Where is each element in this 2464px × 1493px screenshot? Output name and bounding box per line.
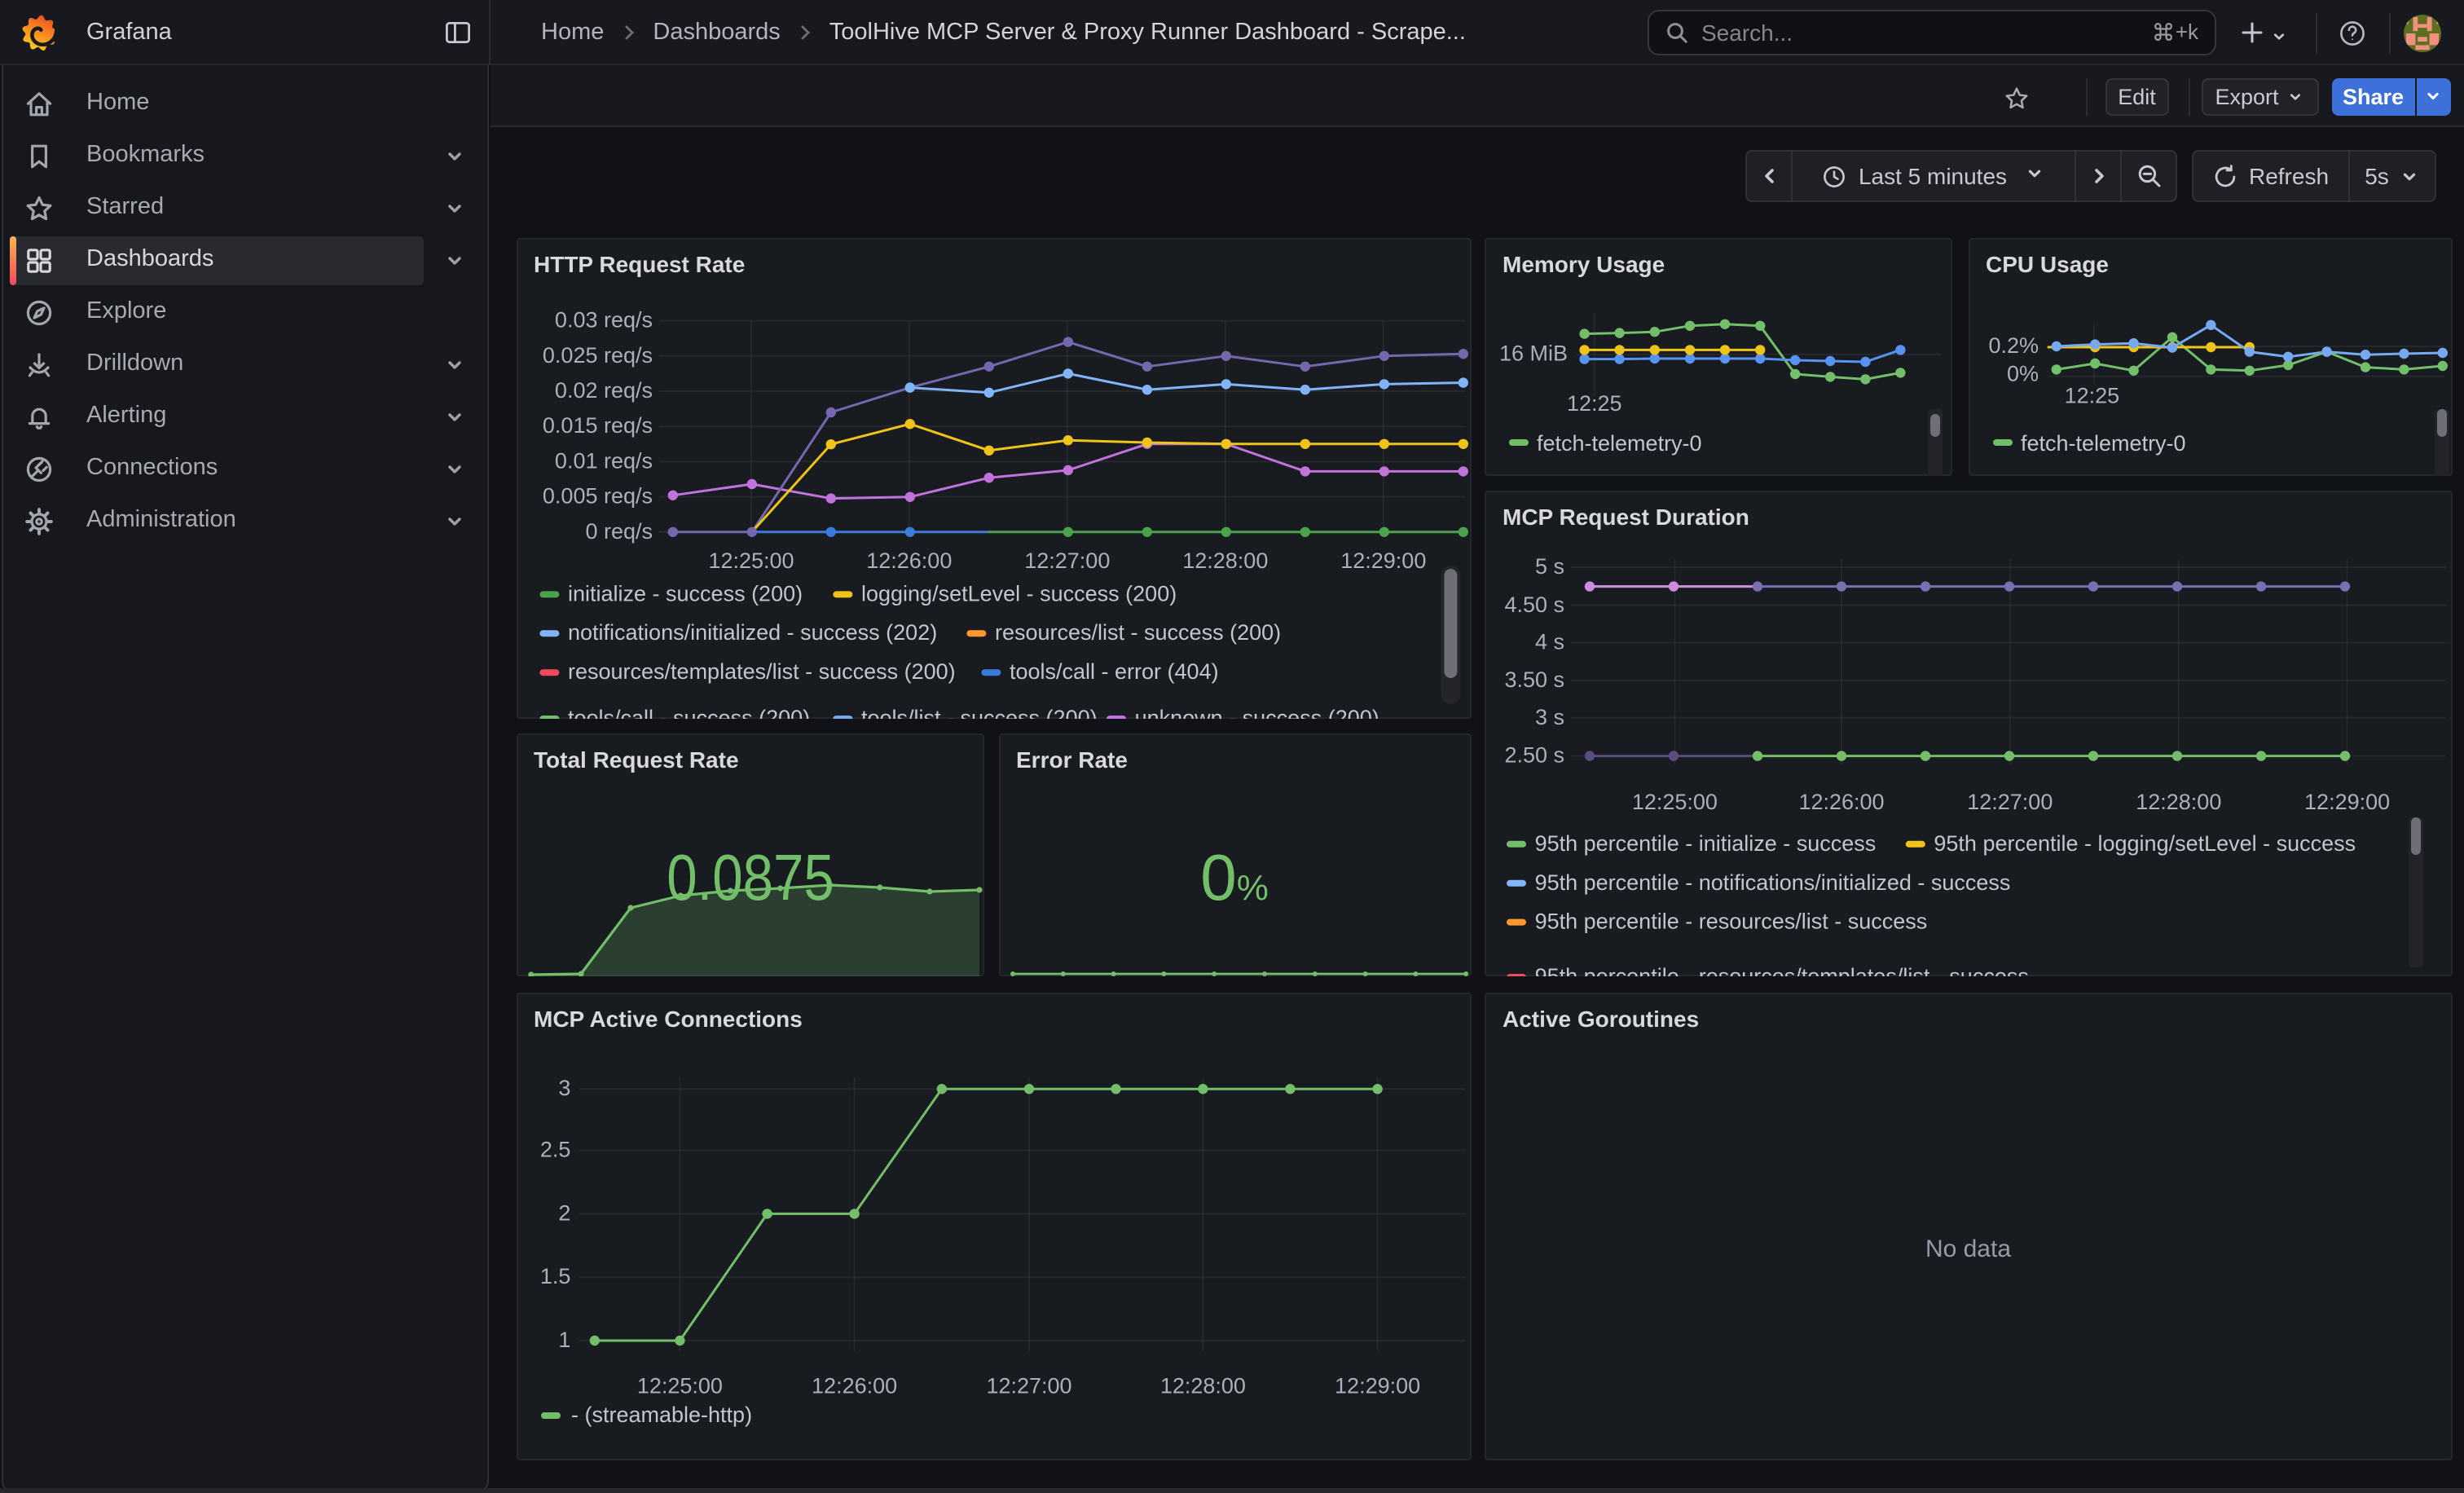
svg-text:tools/call - success (200): tools/call - success (200) <box>567 706 809 719</box>
svg-text:12:26:00: 12:26:00 <box>865 548 951 573</box>
svg-text:5 s: 5 s <box>1535 553 1564 578</box>
svg-text:logging/setLevel - success (20: logging/setLevel - success (200) <box>860 581 1176 606</box>
svg-text:notifications/initialized - su: notifications/initialized - success (202… <box>567 620 936 645</box>
svg-text:3.50 s: 3.50 s <box>1504 667 1564 691</box>
svg-text:12:25:00: 12:25:00 <box>707 548 793 573</box>
svg-text:4 s: 4 s <box>1535 629 1564 654</box>
svg-text:95th percentile - initialize -: 95th percentile - initialize - success <box>1535 830 1877 855</box>
svg-text:12:29:00: 12:29:00 <box>1334 1372 1419 1397</box>
svg-text:fetch-telemetry-0: fetch-telemetry-0 <box>2020 431 2185 456</box>
svg-text:1.5: 1.5 <box>539 1263 570 1288</box>
svg-text:12:27:00: 12:27:00 <box>1023 548 1109 573</box>
svg-text:95th percentile - logging/setL: 95th percentile - logging/setLevel - suc… <box>1934 830 2356 855</box>
svg-text:2.5: 2.5 <box>539 1137 570 1161</box>
svg-text:95th percentile - resources/li: 95th percentile - resources/list - succe… <box>1535 909 1928 933</box>
svg-text:0.025 req/s: 0.025 req/s <box>542 343 652 368</box>
svg-text:12:28:00: 12:28:00 <box>1181 548 1267 573</box>
svg-text:95th percentile - notification: 95th percentile - notifications/initiali… <box>1535 870 2011 894</box>
svg-text:12:29:00: 12:29:00 <box>1340 548 1425 573</box>
svg-text:1: 1 <box>557 1327 570 1351</box>
svg-text:tools/call - error (404): tools/call - error (404) <box>1009 659 1218 684</box>
svg-text:2.50 s: 2.50 s <box>1504 742 1564 767</box>
svg-text:16 MiB: 16 MiB <box>1499 341 1568 365</box>
svg-text:0%: 0% <box>2006 362 2038 386</box>
svg-text:12:26:00: 12:26:00 <box>811 1372 896 1397</box>
svg-text:0.005 req/s: 0.005 req/s <box>542 484 652 509</box>
svg-text:0.01 req/s: 0.01 req/s <box>554 448 652 473</box>
svg-text:12:27:00: 12:27:00 <box>1967 789 2053 813</box>
svg-text:resources/list - success (200): resources/list - success (200) <box>994 620 1280 645</box>
svg-text:12:28:00: 12:28:00 <box>2136 789 2221 813</box>
svg-text:unknown - success (200): unknown - success (200) <box>1134 706 1379 719</box>
svg-text:12:28:00: 12:28:00 <box>1159 1372 1245 1397</box>
svg-text:12:29:00: 12:29:00 <box>2304 789 2390 813</box>
svg-text:3: 3 <box>557 1075 570 1099</box>
svg-text:0.015 req/s: 0.015 req/s <box>542 413 652 438</box>
svg-text:0.2%: 0.2% <box>1987 333 2038 358</box>
svg-text:resources/templates/list - suc: resources/templates/list - success (200) <box>567 659 955 684</box>
svg-text:12:25: 12:25 <box>2064 383 2119 407</box>
svg-text:fetch-telemetry-0: fetch-telemetry-0 <box>1537 431 1702 456</box>
svg-text:12:26:00: 12:26:00 <box>1798 789 1884 813</box>
svg-text:initialize - success (200): initialize - success (200) <box>567 581 802 606</box>
svg-text:0.02 req/s: 0.02 req/s <box>554 378 652 403</box>
svg-text:12:25:00: 12:25:00 <box>1632 789 1718 813</box>
svg-text:3 s: 3 s <box>1535 704 1564 729</box>
svg-text:0.03 req/s: 0.03 req/s <box>554 308 652 333</box>
svg-text:0 req/s: 0 req/s <box>584 519 652 544</box>
svg-text:12:25: 12:25 <box>1567 391 1622 416</box>
svg-text:12:27:00: 12:27:00 <box>985 1372 1071 1397</box>
svg-text:- (streamable-http): - (streamable-http) <box>570 1402 751 1426</box>
svg-text:12:25:00: 12:25:00 <box>636 1372 722 1397</box>
svg-text:tools/list - success (200): tools/list - success (200) <box>860 706 1097 719</box>
svg-text:2: 2 <box>557 1200 570 1224</box>
svg-text:4.50 s: 4.50 s <box>1504 592 1564 616</box>
svg-text:95th percentile - resources/te: 95th percentile - resources/templates/li… <box>1535 963 2029 976</box>
